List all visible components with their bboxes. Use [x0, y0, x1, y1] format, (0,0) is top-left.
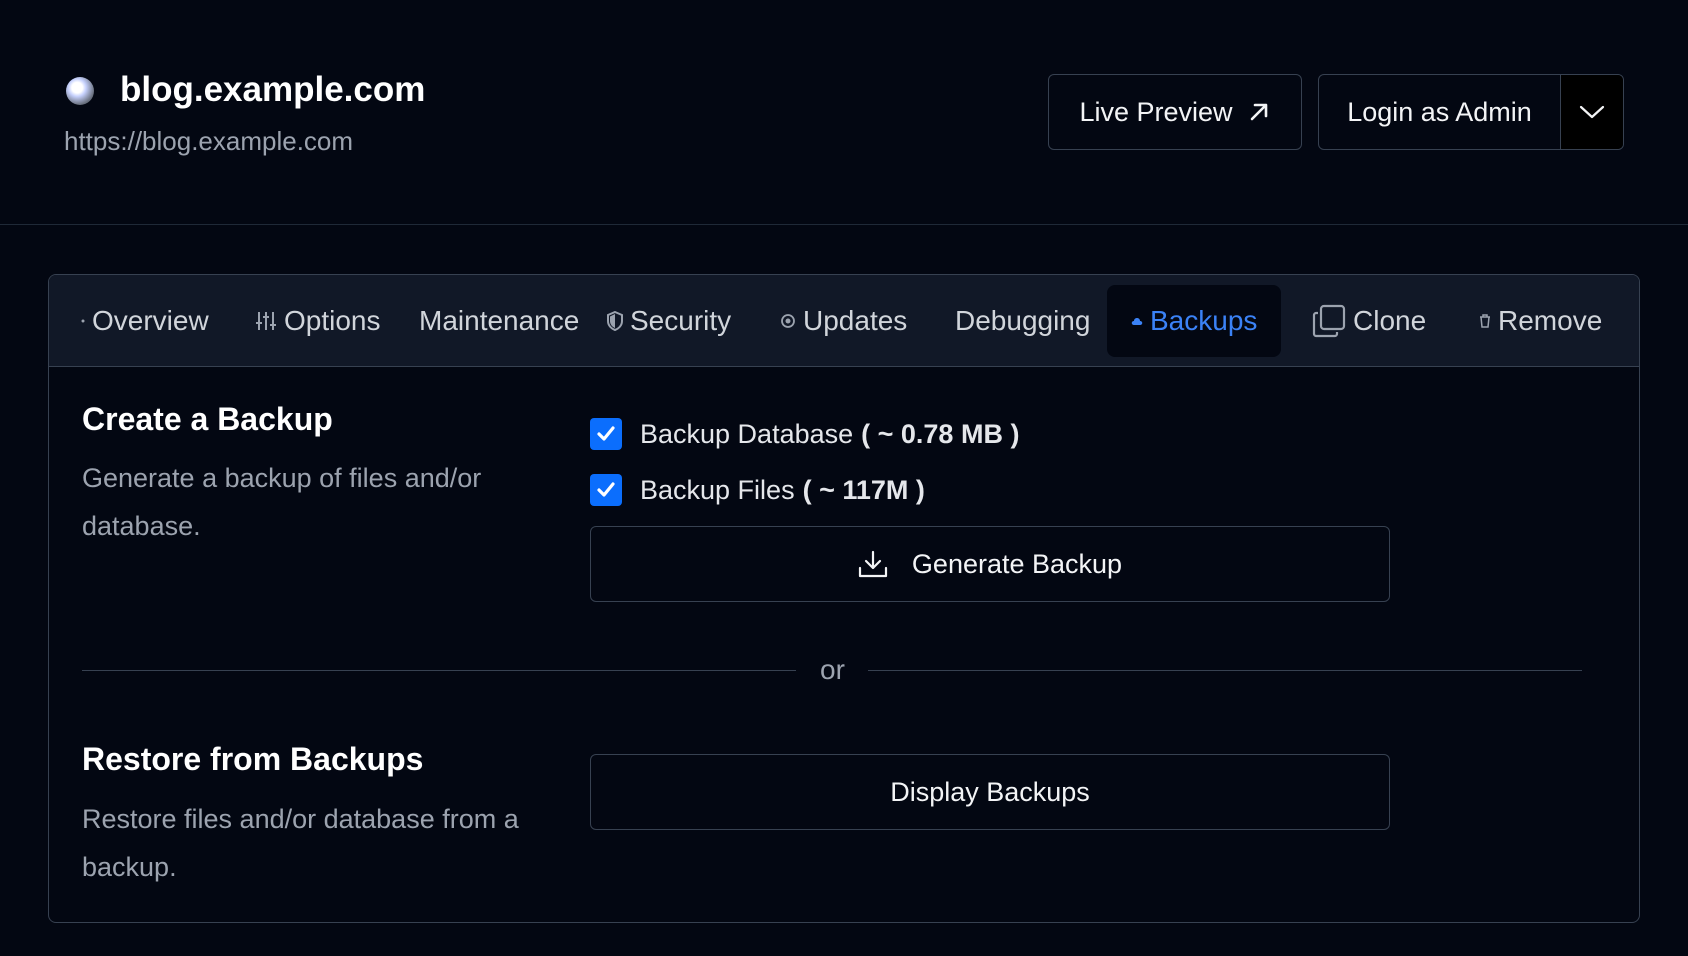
- create-backup-description: Generate a backup of files and/or databa…: [82, 463, 482, 541]
- tab-remove[interactable]: Remove: [1479, 285, 1602, 357]
- restore-title: Restore from Backups: [82, 741, 424, 777]
- tab-label: Updates: [803, 305, 908, 336]
- tab-label: Options: [284, 305, 381, 336]
- tab-label: Clone: [1353, 305, 1427, 336]
- trash-icon: [1479, 314, 1491, 328]
- backup-database-size: ( ~ 0.78 MB ): [861, 418, 1020, 449]
- tab-security[interactable]: Security: [607, 285, 731, 357]
- backup-database-option: Backup Database ( ~ 0.78 MB ): [590, 418, 1019, 450]
- generate-backup-button[interactable]: Generate Backup: [590, 526, 1390, 602]
- backup-files-option: Backup Files ( ~ 117M ): [590, 474, 925, 506]
- tab-label: Debugging: [955, 305, 1091, 336]
- site-title: blog.example.com: [120, 70, 426, 109]
- tab-label: Maintenance: [419, 305, 580, 336]
- tab-overview[interactable]: Overview: [81, 285, 209, 357]
- divider-right: [868, 670, 1582, 671]
- login-admin-group: Login as Admin: [1318, 74, 1624, 150]
- backup-database-label[interactable]: Backup Database: [640, 419, 853, 450]
- login-as-admin-button[interactable]: Login as Admin: [1319, 75, 1560, 149]
- tab-clone[interactable]: Clone: [1312, 285, 1426, 357]
- shield-icon: [607, 311, 623, 331]
- checkmark-icon: [597, 426, 615, 441]
- tab-label: Backups: [1150, 305, 1258, 336]
- tab-debugging[interactable]: Debugging: [955, 285, 1090, 357]
- sliders-icon: [255, 310, 277, 332]
- login-options-dropdown[interactable]: [1560, 75, 1623, 149]
- backup-files-label[interactable]: Backup Files: [640, 475, 795, 506]
- chevron-down-icon: [1579, 105, 1605, 119]
- download-icon: [858, 550, 888, 578]
- dot-icon: [81, 319, 85, 323]
- live-preview-label: Live Preview: [1079, 96, 1233, 127]
- checkmark-icon: [597, 482, 615, 497]
- site-url[interactable]: https://blog.example.com: [64, 126, 353, 157]
- tab-maintenance[interactable]: Maintenance: [419, 285, 579, 357]
- external-link-icon: [1250, 103, 1267, 121]
- tab-options[interactable]: Options: [255, 285, 381, 357]
- display-backups-button[interactable]: Display Backups: [590, 754, 1390, 830]
- divider-left: [82, 670, 796, 671]
- divider-or: or: [820, 654, 845, 685]
- backup-files-size: ( ~ 117M ): [802, 474, 925, 505]
- live-preview-button[interactable]: Live Preview: [1048, 74, 1302, 150]
- restore-description: Restore files and/or database from a bac…: [82, 804, 519, 882]
- tab-label: Overview: [92, 305, 209, 336]
- create-backup-title: Create a Backup: [82, 401, 333, 437]
- backup-database-checkbox[interactable]: [590, 418, 622, 450]
- tab-label: Security: [630, 305, 732, 336]
- tab-bar: Overview Options Maintenance Security Up…: [49, 275, 1639, 367]
- cloud-icon: [1131, 316, 1143, 326]
- site-header: blog.example.com https://blog.example.co…: [0, 0, 1688, 225]
- tab-updates[interactable]: Updates: [780, 285, 907, 357]
- backup-files-checkbox[interactable]: [590, 474, 622, 506]
- globe-icon: [66, 77, 94, 105]
- tab-backups[interactable]: Backups: [1107, 285, 1282, 357]
- generate-backup-label: Generate Backup: [911, 548, 1123, 579]
- refresh-icon: [780, 313, 796, 329]
- tab-label: Remove: [1498, 305, 1603, 336]
- display-backups-label: Display Backups: [890, 776, 1090, 807]
- copy-icon: [1312, 304, 1346, 338]
